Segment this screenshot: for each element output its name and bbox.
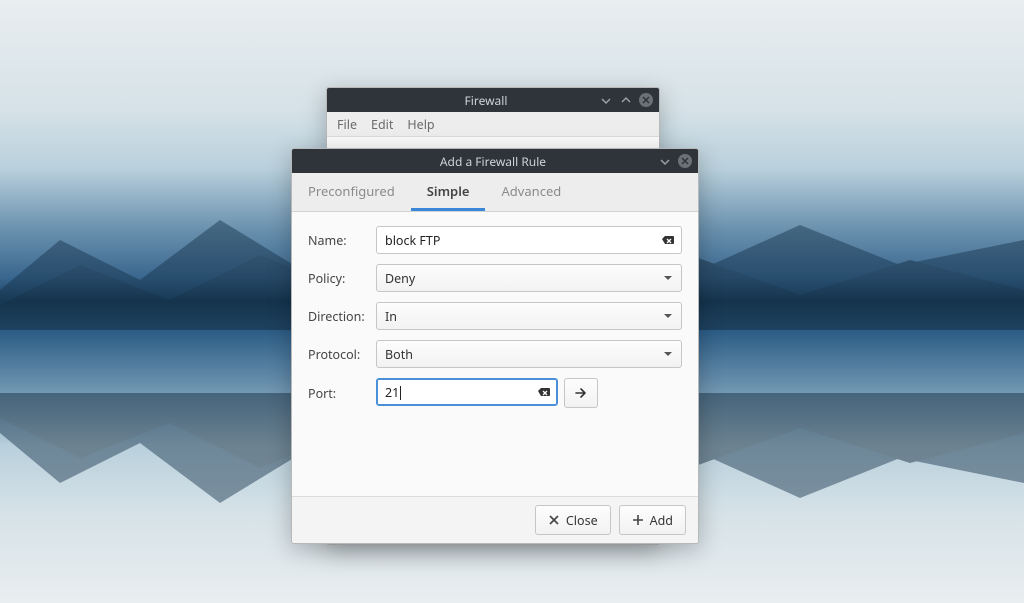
simple-form: Name: block FTP Policy: Deny bbox=[292, 212, 698, 498]
dialog-title: Add a Firewall Rule bbox=[328, 153, 658, 170]
close-button[interactable]: Close bbox=[535, 505, 611, 535]
menu-edit[interactable]: Edit bbox=[371, 116, 393, 133]
maximize-icon[interactable] bbox=[619, 93, 633, 107]
protocol-select[interactable]: Both bbox=[376, 340, 682, 368]
add-button-label: Add bbox=[650, 512, 673, 529]
name-value: block FTP bbox=[385, 232, 659, 249]
dialog-titlebar[interactable]: Add a Firewall Rule bbox=[292, 149, 698, 173]
chevron-down-icon bbox=[663, 308, 673, 325]
firewall-title: Firewall bbox=[373, 92, 599, 109]
port-value: 21 bbox=[385, 384, 535, 401]
protocol-value: Both bbox=[385, 346, 663, 363]
chevron-down-icon bbox=[663, 346, 673, 363]
direction-value: In bbox=[385, 308, 663, 325]
tab-simple[interactable]: Simple bbox=[411, 173, 486, 211]
close-x-icon bbox=[548, 514, 560, 526]
menu-file[interactable]: File bbox=[337, 116, 357, 133]
protocol-label: Protocol: bbox=[308, 346, 376, 363]
clear-port-icon[interactable] bbox=[535, 384, 551, 400]
direction-select[interactable]: In bbox=[376, 302, 682, 330]
direction-label: Direction: bbox=[308, 308, 376, 325]
firewall-titlebar[interactable]: Firewall bbox=[327, 88, 659, 112]
chevron-down-icon bbox=[663, 270, 673, 287]
tab-preconfigured[interactable]: Preconfigured bbox=[292, 173, 411, 211]
close-button-label: Close bbox=[566, 512, 598, 529]
dialog-minimize-icon[interactable] bbox=[658, 154, 672, 168]
firewall-menubar: File Edit Help bbox=[327, 112, 659, 137]
tab-advanced[interactable]: Advanced bbox=[485, 173, 577, 211]
policy-label: Policy: bbox=[308, 270, 376, 287]
policy-select[interactable]: Deny bbox=[376, 264, 682, 292]
dialog-tabs: Preconfigured Simple Advanced bbox=[292, 173, 698, 212]
name-input[interactable]: block FTP bbox=[376, 226, 682, 254]
dialog-footer: Close Add bbox=[292, 496, 698, 543]
port-input[interactable]: 21 bbox=[376, 378, 558, 406]
plus-icon bbox=[632, 514, 644, 526]
add-button[interactable]: Add bbox=[619, 505, 686, 535]
name-label: Name: bbox=[308, 232, 376, 249]
port-lookup-button[interactable] bbox=[564, 378, 598, 408]
dialog-close-icon[interactable] bbox=[678, 154, 692, 168]
port-label: Port: bbox=[308, 385, 376, 402]
policy-value: Deny bbox=[385, 270, 663, 287]
minimize-icon[interactable] bbox=[599, 93, 613, 107]
menu-help[interactable]: Help bbox=[407, 116, 434, 133]
clear-name-icon[interactable] bbox=[659, 232, 675, 248]
add-rule-dialog: Add a Firewall Rule Preconfigured Simple… bbox=[291, 148, 699, 544]
close-icon[interactable] bbox=[639, 93, 653, 107]
